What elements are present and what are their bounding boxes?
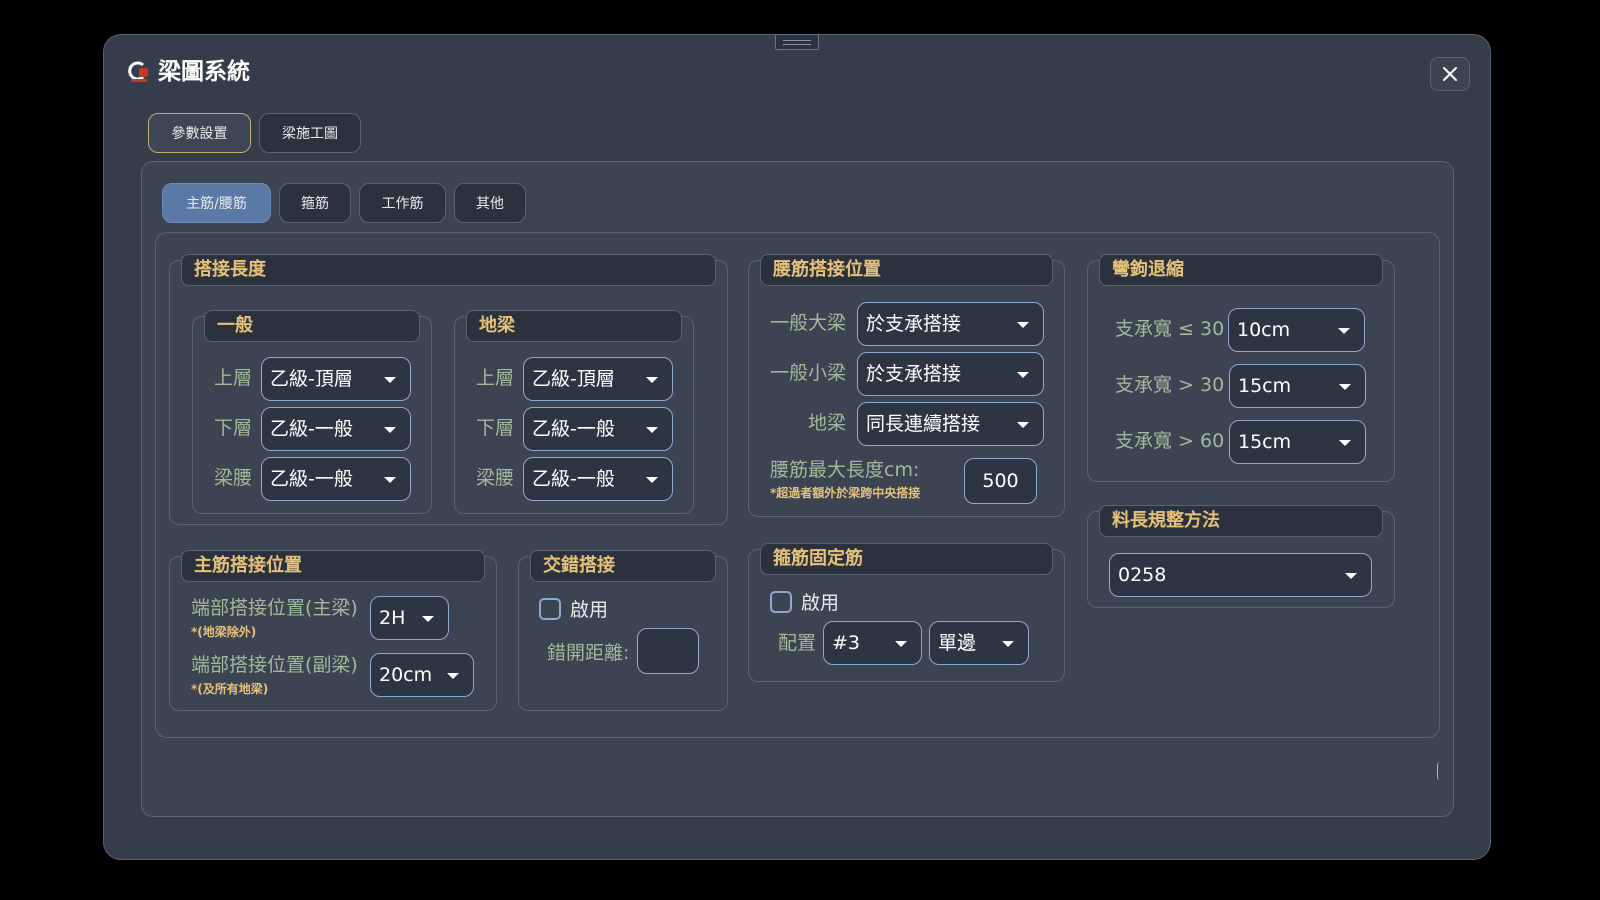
tab-working-bars[interactable]: 工作筋 (359, 183, 446, 223)
waist-lap-secondary-beam-select[interactable]: 於支承搭接 (857, 352, 1044, 396)
hook-row1-label: 支承寬 ≤ 30 (1115, 318, 1225, 340)
main-lap-header: 主筋搭接位置 (181, 550, 485, 582)
main-lap-end-main-select[interactable]: 2H (370, 596, 449, 640)
chevron-down-icon (1338, 328, 1350, 334)
main-lap-end-main-value: 2H (379, 607, 406, 629)
stirrup-fix-bar-select[interactable]: #3 (823, 621, 922, 665)
lap-ground-top-label: 上層 (476, 367, 515, 389)
main-lap-end-main-note: *(地梁除外) (191, 625, 257, 639)
chevron-down-icon (646, 427, 658, 433)
lap-general-header: 一般 (204, 310, 420, 342)
hook-row1-value: 10cm (1237, 319, 1291, 341)
lap-general-waist-value: 乙級-一般 (270, 468, 353, 490)
close-button[interactable] (1430, 57, 1470, 91)
main-lap-end-secondary-label: 端部搭接位置(副梁) (191, 654, 358, 676)
lap-general-bottom-select[interactable]: 乙級-一般 (261, 407, 411, 451)
hook-row3-label: 支承寬 > 60 (1115, 430, 1225, 452)
hook-row1-select[interactable]: 10cm (1228, 308, 1365, 352)
stirrup-fix-bar-value: #3 (832, 632, 861, 654)
drag-handle[interactable] (775, 34, 819, 50)
waist-lap-ground-beam-value: 同長連續搭接 (866, 413, 981, 435)
lap-ground-top-select[interactable]: 乙級-頂層 (523, 357, 673, 401)
app-logo-icon (128, 61, 150, 83)
lap-general-waist-select[interactable]: 乙級-一般 (261, 457, 411, 501)
tab-stirrups[interactable]: 箍筋 (279, 183, 351, 223)
tab-other[interactable]: 其他 (454, 183, 526, 223)
lap-length-header: 搭接長度 (181, 254, 716, 286)
tab-main-waist-bars[interactable]: 主筋/腰筋 (162, 183, 271, 223)
staggered-enable-label: 啟用 (570, 599, 609, 621)
chevron-down-icon (1339, 440, 1351, 446)
lap-ground-bottom-select[interactable]: 乙級-一般 (523, 407, 673, 451)
lap-ground-bottom-value: 乙級-一般 (532, 418, 615, 440)
chevron-down-icon (1017, 422, 1029, 428)
chevron-down-icon (1345, 573, 1357, 579)
chevron-down-icon (384, 377, 396, 383)
lap-general-top-select[interactable]: 乙級-頂層 (261, 357, 411, 401)
staggered-offset-label: 錯開距離: (547, 642, 630, 664)
chevron-down-icon (384, 477, 396, 483)
length-method-header: 料長規整方法 (1099, 505, 1383, 537)
stirrup-fix-side-value: 單邊 (938, 632, 977, 654)
lap-ground-waist-select[interactable]: 乙級-一般 (523, 457, 673, 501)
waist-lap-ground-beam-label: 地梁 (808, 412, 847, 434)
hook-row3-value: 15cm (1238, 431, 1292, 453)
waist-lap-header: 腰筋搭接位置 (760, 254, 1053, 286)
lap-ground-waist-label: 梁腰 (476, 467, 515, 489)
chevron-down-icon (384, 427, 396, 433)
stirrup-fix-enable-checkbox[interactable] (770, 591, 792, 613)
waist-lap-secondary-beam-value: 於支承搭接 (866, 363, 962, 385)
hook-row3-select[interactable]: 15cm (1229, 420, 1366, 464)
waist-max-length-label: 腰筋最大長度cm: (770, 459, 920, 481)
waist-lap-secondary-beam-label: 一般小梁 (770, 362, 847, 384)
stirrup-fix-enable-label: 啟用 (801, 592, 840, 614)
staggered-enable-checkbox[interactable] (539, 598, 561, 620)
chevron-down-icon (422, 616, 434, 622)
length-method-select[interactable]: 0258 (1109, 553, 1372, 597)
lap-general-bottom-value: 乙級-一般 (270, 418, 353, 440)
main-lap-end-secondary-value: 20cm (379, 664, 433, 686)
main-lap-end-main-label: 端部搭接位置(主梁) (191, 597, 358, 619)
waist-max-length-note: *超過者額外於梁跨中央搭接 (770, 486, 921, 500)
lap-general-top-label: 上層 (214, 367, 253, 389)
chevron-down-icon (646, 477, 658, 483)
hook-header: 彎鉤退縮 (1099, 254, 1383, 286)
app-title: 梁圖系統 (158, 59, 250, 85)
waist-lap-main-beam-value: 於支承搭接 (866, 313, 962, 335)
chevron-down-icon (1002, 641, 1014, 647)
lap-ground-top-value: 乙級-頂層 (532, 368, 615, 390)
chevron-down-icon (1017, 372, 1029, 378)
waist-lap-ground-beam-select[interactable]: 同長連續搭接 (857, 402, 1044, 446)
scroll-indicator[interactable] (1437, 762, 1443, 780)
main-lap-end-secondary-note: *(及所有地梁) (191, 682, 269, 696)
staggered-offset-input[interactable] (637, 628, 699, 674)
waist-max-length-input[interactable]: 500 (964, 458, 1037, 504)
lap-general-bottom-label: 下層 (214, 417, 253, 439)
chevron-down-icon (646, 377, 658, 383)
hook-row2-value: 15cm (1238, 375, 1292, 397)
lap-ground-waist-value: 乙級-一般 (532, 468, 615, 490)
stirrup-fix-header: 箍筋固定筋 (760, 543, 1053, 575)
lap-ground-bottom-label: 下層 (476, 417, 515, 439)
length-method-value: 0258 (1118, 564, 1167, 586)
stirrup-fix-config-label: 配置 (778, 632, 817, 654)
waist-lap-main-beam-label: 一般大梁 (770, 312, 847, 334)
chevron-down-icon (895, 641, 907, 647)
lap-ground-beam-header: 地梁 (466, 310, 682, 342)
close-icon (1443, 67, 1457, 81)
staggered-lap-header: 交錯搭接 (530, 550, 716, 582)
hook-row2-label: 支承寬 > 30 (1115, 374, 1225, 396)
lap-general-top-value: 乙級-頂層 (270, 368, 353, 390)
tab-parameter-settings[interactable]: 參數設置 (148, 113, 251, 153)
lap-general-waist-label: 梁腰 (214, 467, 253, 489)
chevron-down-icon (447, 673, 459, 679)
waist-lap-main-beam-select[interactable]: 於支承搭接 (857, 302, 1044, 346)
chevron-down-icon (1339, 384, 1351, 390)
main-lap-end-secondary-select[interactable]: 20cm (370, 653, 474, 697)
stirrup-fix-side-select[interactable]: 單邊 (929, 621, 1029, 665)
hook-row2-select[interactable]: 15cm (1229, 364, 1366, 408)
chevron-down-icon (1017, 322, 1029, 328)
tab-beam-construction-drawing[interactable]: 梁施工圖 (259, 113, 361, 153)
